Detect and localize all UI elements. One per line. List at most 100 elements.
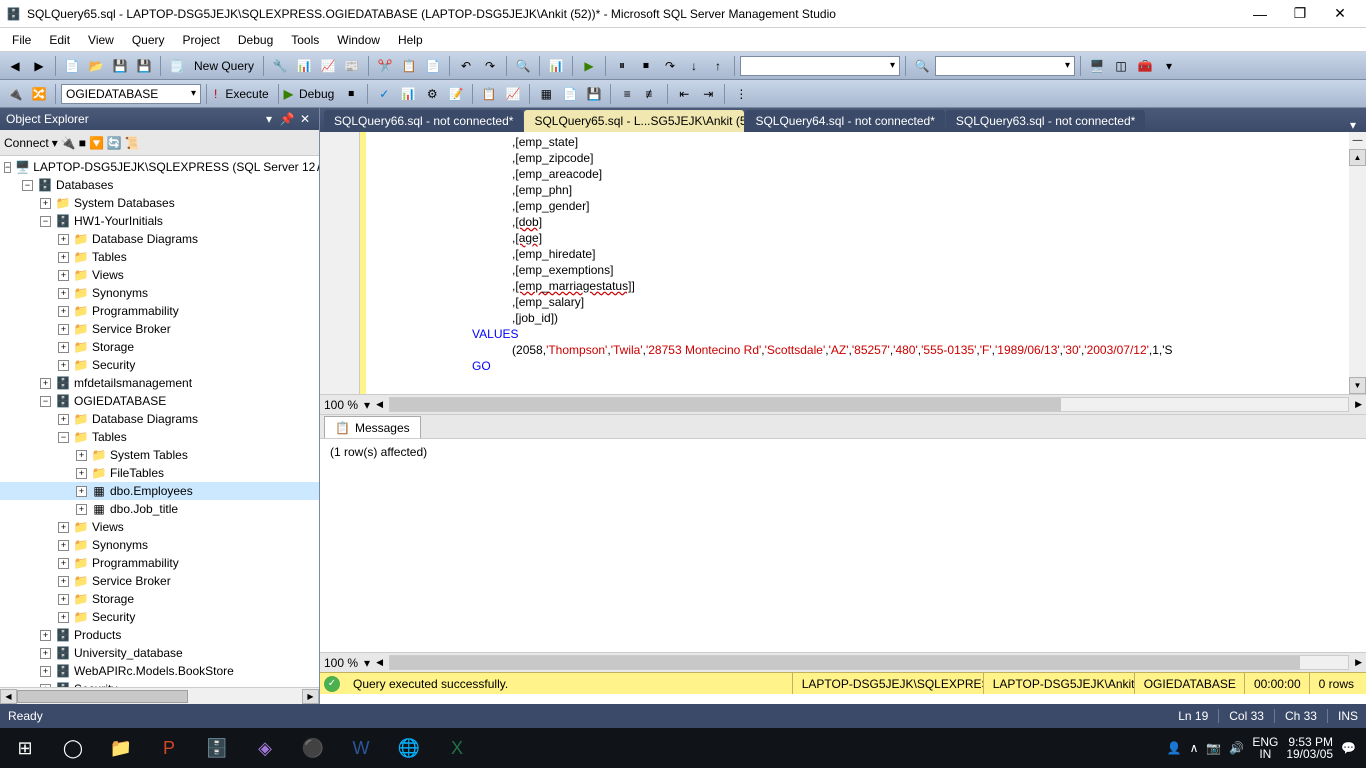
save-button[interactable]: 💾 [109, 55, 131, 77]
scroll-right-icon[interactable]: ▶ [302, 689, 319, 704]
expand-icon[interactable]: − [40, 216, 51, 227]
expand-icon[interactable]: + [58, 288, 69, 299]
tree-node[interactable]: +📁Database Diagrams [0, 230, 319, 248]
zoom-hscroll-right[interactable]: ▶ [1355, 399, 1362, 410]
menu-project[interactable]: Project [175, 30, 228, 50]
tree-node[interactable]: −🗄️HW1-YourInitials [0, 212, 319, 230]
minimize-button[interactable]: — [1240, 0, 1280, 28]
continue-icon[interactable]: ▶ [578, 55, 600, 77]
step-icon[interactable]: ↷ [659, 55, 681, 77]
tab-overflow-icon[interactable]: ▾ [1344, 118, 1362, 132]
tree-node[interactable]: +📁Synonyms [0, 536, 319, 554]
comment-icon[interactable]: ≡ [616, 83, 638, 105]
tree-node[interactable]: +📁Programmability [0, 554, 319, 572]
expand-icon[interactable]: + [40, 378, 51, 389]
include-plan-icon[interactable]: 📋 [478, 83, 500, 105]
expand-icon[interactable]: + [58, 252, 69, 263]
menu-view[interactable]: View [80, 30, 122, 50]
reg-srv-icon[interactable]: 🖥️ [1086, 55, 1108, 77]
menu-window[interactable]: Window [329, 30, 388, 50]
expand-icon[interactable]: + [40, 666, 51, 677]
redo-button[interactable]: ↷ [479, 55, 501, 77]
expand-icon[interactable]: + [58, 360, 69, 371]
find-combo[interactable] [935, 56, 1075, 76]
result-zoom-dropdown-icon[interactable]: ▾ [364, 656, 370, 670]
editor-hscroll[interactable] [389, 397, 1349, 412]
activity-icon[interactable]: 📊 [545, 55, 567, 77]
tree-hscroll[interactable]: ◀ ▶ [0, 687, 319, 704]
tree-node[interactable]: +📁FileTables [0, 464, 319, 482]
dmx-icon[interactable]: 📈 [317, 55, 339, 77]
change-conn-icon[interactable]: 🔀 [28, 83, 50, 105]
messages-tab[interactable]: 📋 Messages [324, 416, 421, 438]
clock[interactable]: 9:53 PM19/03/05 [1286, 736, 1333, 760]
tree-node[interactable]: −🗄️OGIEDATABASE [0, 392, 319, 410]
split-icon[interactable]: — [1349, 132, 1366, 149]
new-query-button[interactable]: New Query [190, 59, 258, 73]
nav-back-button[interactable]: ◀ [4, 55, 26, 77]
indent-in-icon[interactable]: ⇥ [697, 83, 719, 105]
tree-node[interactable]: −📁Tables [0, 428, 319, 446]
undo-button[interactable]: ↶ [455, 55, 477, 77]
expand-icon[interactable]: + [58, 270, 69, 281]
result-hscroll-right[interactable]: ▶ [1355, 657, 1362, 668]
chrome-icon[interactable]: 🌐 [386, 728, 432, 768]
tree-node[interactable]: +📁Views [0, 266, 319, 284]
people-icon[interactable]: 👤 [1167, 741, 1182, 755]
zoom-level[interactable]: 100 % [324, 398, 358, 412]
find-button[interactable]: 🔍 [512, 55, 534, 77]
tree-node[interactable]: +🗄️WebAPIRc.Models.BookStore [0, 662, 319, 680]
tree-node[interactable]: −🗄️Databases [0, 176, 319, 194]
camera-icon[interactable]: 📷 [1206, 741, 1221, 755]
connect-icon[interactable]: 🔌 [4, 83, 26, 105]
menu-query[interactable]: Query [124, 30, 173, 50]
system-tray[interactable]: 👤 ∧ 📷 🔊 ENGIN 9:53 PM19/03/05 💬 [1159, 736, 1364, 760]
scroll-up-icon[interactable]: ∧ [315, 160, 319, 174]
indent-out-icon[interactable]: ⇤ [673, 83, 695, 105]
excel-icon[interactable]: X [434, 728, 480, 768]
pause-icon[interactable]: ⏸ [611, 55, 633, 77]
toolbox-icon[interactable]: 🧰 [1134, 55, 1156, 77]
zoom-dropdown-icon[interactable]: ▾ [364, 398, 370, 412]
opts-icon[interactable]: ⚙ [421, 83, 443, 105]
menu-edit[interactable]: Edit [41, 30, 78, 50]
tree-node[interactable]: +📁Service Broker [0, 572, 319, 590]
expand-icon[interactable]: + [58, 576, 69, 587]
editor-vscroll[interactable]: — ▲ ▼ [1349, 132, 1366, 394]
step3-icon[interactable]: ↑ [707, 55, 729, 77]
expand-icon[interactable]: + [58, 342, 69, 353]
results-grid-icon[interactable]: ▦ [535, 83, 557, 105]
expand-icon[interactable]: + [58, 234, 69, 245]
expand-icon[interactable]: − [58, 432, 69, 443]
scroll-left-icon[interactable]: ◀ [0, 689, 17, 704]
find-combo-icon[interactable]: 🔍 [911, 55, 933, 77]
cut-button[interactable]: ✂️ [374, 55, 396, 77]
uncomment-icon[interactable]: ≢ [640, 83, 662, 105]
expand-icon[interactable]: + [58, 558, 69, 569]
result-zoom-level[interactable]: 100 % [324, 656, 358, 670]
server-node[interactable]: − 🖥️ LAPTOP-DSG5JEJK\SQLEXPRESS (SQL Ser… [0, 158, 319, 176]
expand-icon[interactable]: − [22, 180, 33, 191]
expand-icon[interactable]: + [76, 486, 87, 497]
ssms-icon[interactable]: 🗄️ [194, 728, 240, 768]
scroll-down-button[interactable]: ▼ [1349, 377, 1366, 394]
expand-icon[interactable]: + [58, 540, 69, 551]
obs-icon[interactable]: ⚫ [290, 728, 336, 768]
panel-pin-icon[interactable]: 📌 [279, 111, 295, 127]
menu-debug[interactable]: Debug [230, 30, 281, 50]
database-combo[interactable]: OGIEDATABASE [61, 84, 201, 104]
new-query-icon[interactable]: 🗒️ [166, 55, 188, 77]
tree-node[interactable]: +📁Views [0, 518, 319, 536]
start-button[interactable]: ⊞ [2, 728, 48, 768]
connect-dropdown-icon[interactable]: ▾ [52, 136, 58, 150]
more-icon[interactable]: ▾ [1158, 55, 1180, 77]
menu-file[interactable]: File [4, 30, 39, 50]
expand-icon[interactable]: + [58, 612, 69, 623]
de-icon[interactable]: 🔧 [269, 55, 291, 77]
tree-node[interactable]: +📁Storage [0, 590, 319, 608]
expand-icon[interactable]: − [4, 162, 11, 173]
new-project-button[interactable]: 📄 [61, 55, 83, 77]
plan-icon[interactable]: 📊 [397, 83, 419, 105]
saveall-button[interactable]: 💾 [133, 55, 155, 77]
results-text-icon[interactable]: 📄 [559, 83, 581, 105]
